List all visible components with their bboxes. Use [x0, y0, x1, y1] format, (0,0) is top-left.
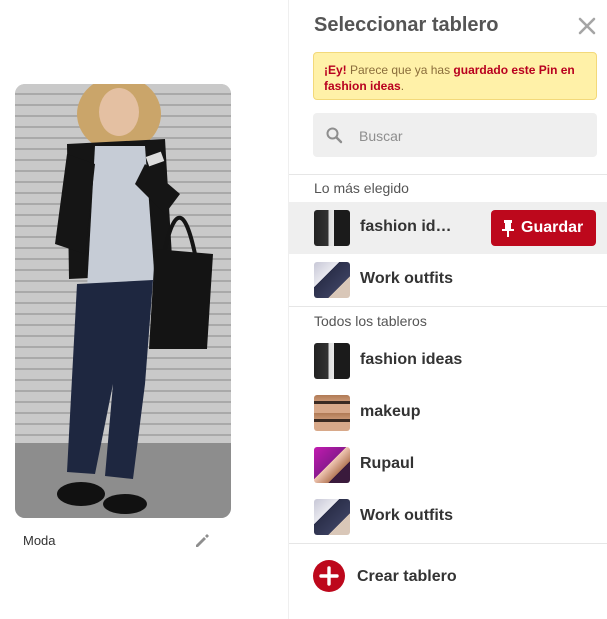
- board-label: Work outfits: [360, 270, 454, 287]
- board-makeup[interactable]: makeup: [289, 387, 607, 439]
- pushpin-icon: [502, 220, 514, 237]
- board-thumbnail: [314, 395, 350, 431]
- board-picker-panel: Seleccionar tablero ¡Ey! Parece que ya h…: [288, 0, 607, 619]
- dialog-title: Seleccionar tablero: [314, 14, 499, 36]
- pin-caption: Moda: [23, 533, 56, 548]
- board-work-outfits[interactable]: Work outfits: [289, 491, 607, 543]
- board-label: fashion ideas: [360, 351, 463, 368]
- search-box[interactable]: [313, 113, 597, 159]
- search-input[interactable]: [357, 113, 591, 159]
- board-thumbnail: [314, 343, 350, 379]
- board-thumbnail: [314, 447, 350, 483]
- save-button[interactable]: Guardar: [491, 210, 596, 246]
- notice-suffix: .: [400, 79, 405, 93]
- notice-text: Parece que ya has: [346, 63, 454, 77]
- board-thumbnail: [314, 499, 350, 535]
- search-icon: [326, 127, 343, 144]
- board-label: fashion id…: [360, 218, 452, 235]
- close-icon[interactable]: [577, 16, 597, 36]
- all-section-label: Todos los tableros: [314, 313, 427, 329]
- create-board-button[interactable]: Crear tablero: [289, 556, 607, 600]
- notice-prefix: ¡Ey!: [324, 63, 347, 77]
- top-board-work-outfits[interactable]: Work outfits: [289, 254, 607, 306]
- save-button-label: Guardar: [521, 219, 584, 236]
- already-saved-notice: ¡Ey! Parece que ya has guardado este Pin…: [313, 52, 597, 100]
- pin-preview: Moda: [0, 0, 288, 619]
- board-fashion-ideas[interactable]: fashion ideas: [289, 335, 607, 387]
- plus-icon: [313, 560, 345, 592]
- board-label: Rupaul: [360, 455, 415, 472]
- woman-figure: [55, 84, 213, 514]
- board-label: makeup: [360, 403, 421, 420]
- pin-image: [15, 84, 231, 518]
- create-board-label: Crear tablero: [357, 568, 457, 585]
- top-section-label: Lo más elegido: [314, 180, 409, 196]
- board-thumbnail: [314, 210, 350, 246]
- board-rupaul[interactable]: Rupaul: [289, 439, 607, 491]
- pencil-icon[interactable]: [193, 532, 211, 550]
- divider: [289, 174, 607, 175]
- divider: [289, 543, 607, 544]
- board-label: Work outfits: [360, 507, 454, 524]
- divider: [289, 306, 607, 307]
- board-thumbnail: [314, 262, 350, 298]
